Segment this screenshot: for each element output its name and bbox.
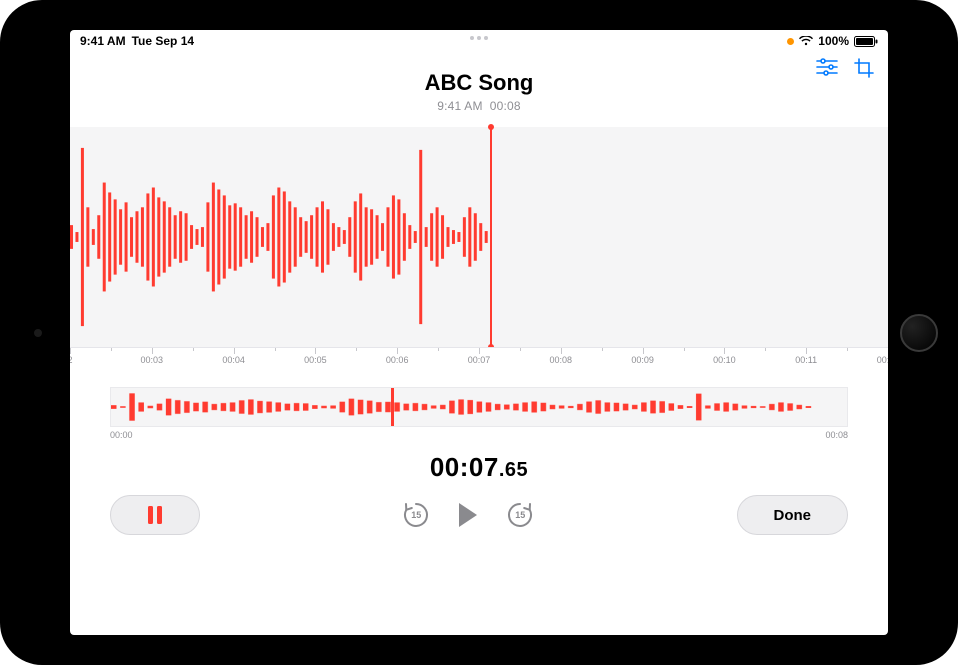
- timecode-display: 00:07.65: [70, 452, 888, 483]
- ruler-label: 00:04: [222, 355, 245, 365]
- statusbar-date: Tue Sep 14: [132, 34, 194, 48]
- recording-subtitle: 9:41 AM 00:08: [70, 99, 888, 113]
- overview-start-label: 00:00: [110, 430, 133, 440]
- battery-percent: 100%: [818, 34, 849, 48]
- time-ruler[interactable]: 2 00:03 00:04 00:05 00:06 00:07 00:08 00:09 00:1…: [70, 347, 888, 369]
- overview-end-label: 00:08: [825, 430, 848, 440]
- wifi-icon: [799, 36, 813, 46]
- ruler-label: 00:03: [141, 355, 164, 365]
- status-bar: 9:41 AM Tue Sep 14 100%: [70, 30, 888, 52]
- statusbar-time: 9:41 AM: [80, 34, 126, 48]
- waveform-main[interactable]: [70, 127, 888, 347]
- trim-icon[interactable]: [854, 58, 874, 83]
- overview-playhead[interactable]: [391, 388, 394, 426]
- ruler-label: 00:06: [386, 355, 409, 365]
- battery-icon: [854, 36, 878, 47]
- ruler-label: 00:12: [877, 355, 888, 365]
- done-button[interactable]: Done: [737, 495, 849, 535]
- ruler-label: 00:11: [795, 355, 817, 365]
- playhead[interactable]: [490, 127, 492, 347]
- pause-icon: [147, 506, 163, 524]
- front-camera: [34, 329, 42, 337]
- play-icon: [459, 503, 477, 527]
- ruler-label: 00:07: [468, 355, 491, 365]
- pause-record-button[interactable]: [110, 495, 200, 535]
- ruler-label: 00:09: [631, 355, 654, 365]
- multitask-grabber[interactable]: [470, 36, 488, 40]
- play-button[interactable]: [459, 503, 477, 527]
- ruler-label: 00:08: [550, 355, 573, 365]
- recording-indicator-dot: [787, 38, 794, 45]
- options-icon[interactable]: [816, 58, 838, 83]
- recording-title[interactable]: ABC Song: [70, 70, 888, 96]
- ruler-label: 00:10: [713, 355, 736, 365]
- home-button[interactable]: [900, 314, 938, 352]
- ruler-label: 00:05: [304, 355, 327, 365]
- waveform-overview[interactable]: [110, 387, 848, 427]
- ruler-label: 2: [70, 355, 73, 365]
- skip-forward-15-button[interactable]: 15: [505, 500, 535, 530]
- skip-back-15-button[interactable]: 15: [401, 500, 431, 530]
